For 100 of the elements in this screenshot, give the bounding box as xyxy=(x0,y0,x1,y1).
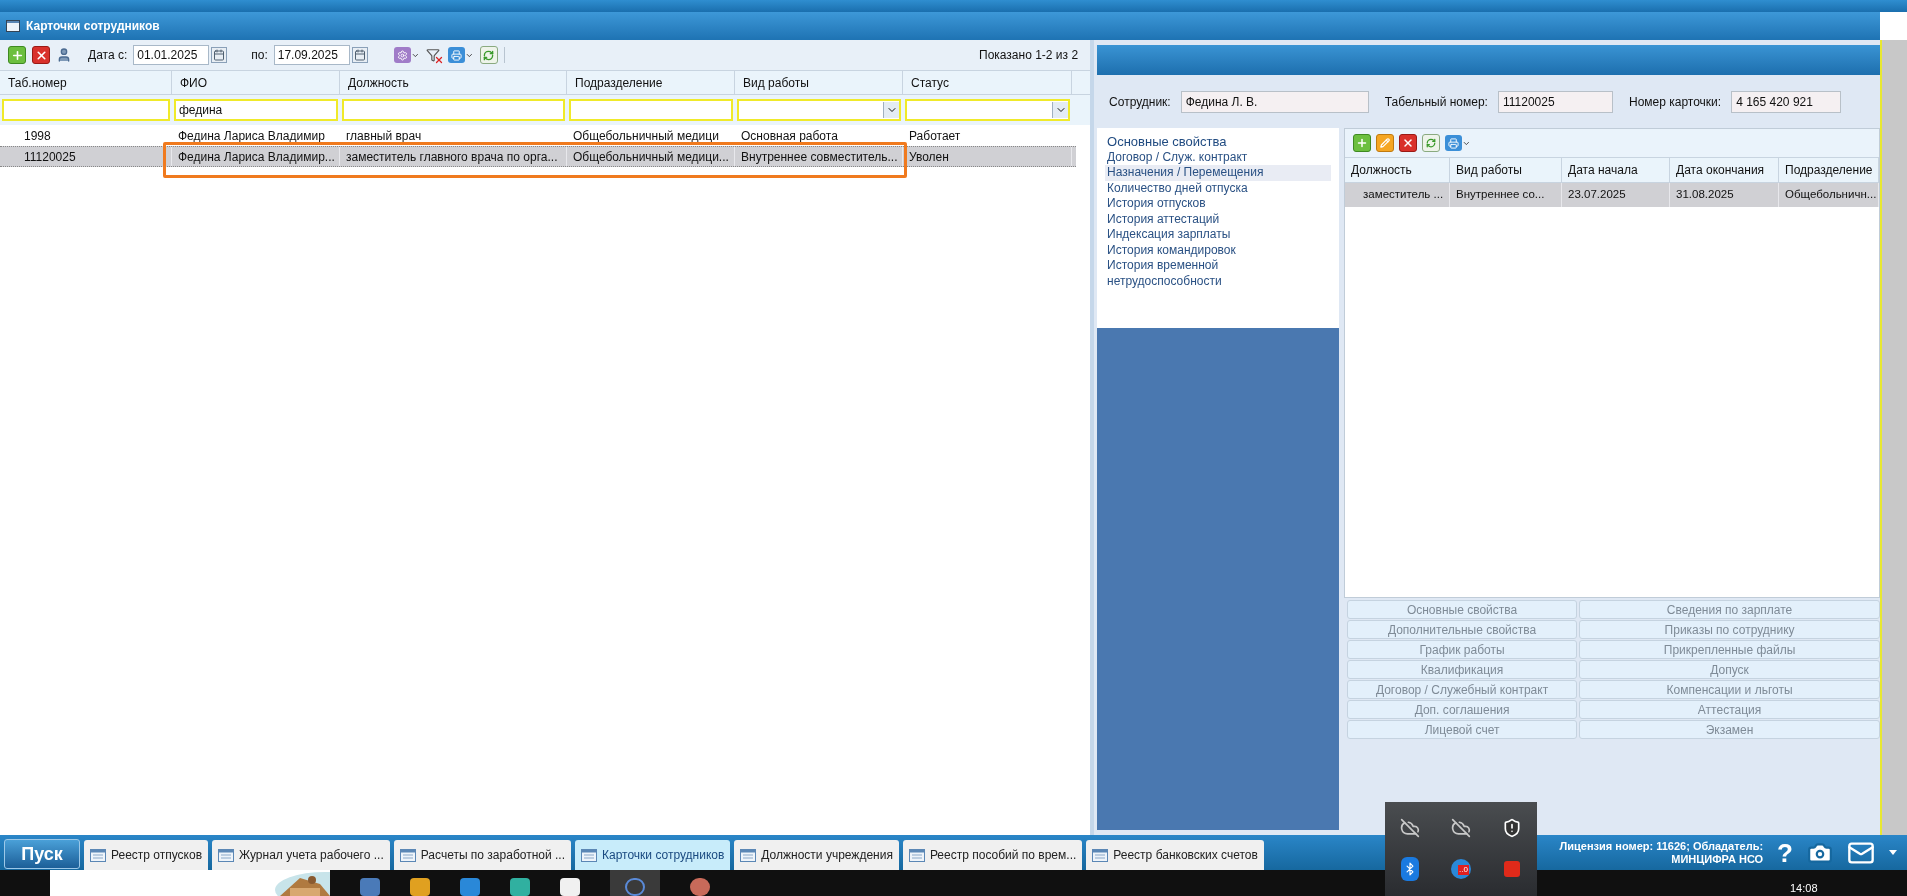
shown-count: Показано 1-2 из 2 xyxy=(979,47,1080,64)
bluetooth-icon[interactable] xyxy=(1401,856,1420,881)
help-button[interactable]: ? xyxy=(1777,839,1793,866)
readonly-field[interactable]: Федина Л. В. xyxy=(1180,90,1369,113)
table-row[interactable]: 11120025 Федина Лариса Владимир... заместитель главного врача по орга... Общебольничный медици... Внутреннее совместитель... Уволен xyxy=(0,146,1076,167)
notification-icon[interactable]: ..0 xyxy=(1451,858,1471,879)
printer-icon xyxy=(1448,137,1460,149)
license-text: Лицензия номер: 11626; Обладатель: xyxy=(1559,839,1764,853)
app-icon[interactable] xyxy=(690,878,710,896)
table-cell-text: Общебольничн... xyxy=(1785,187,1877,203)
table-cell-text: 11120025 xyxy=(24,148,76,166)
column-header[interactable]: Вид работы xyxy=(1450,158,1563,182)
window-icon xyxy=(90,848,106,862)
app-icon[interactable] xyxy=(560,878,580,896)
refresh-button[interactable] xyxy=(479,46,498,64)
window-icon xyxy=(908,848,925,862)
column-header[interactable]: Подразделение xyxy=(567,71,735,94)
calendar-glyph-icon xyxy=(353,49,366,61)
table-cell-text: Общебольничный медици... xyxy=(573,148,729,166)
table-cell-text: Внутреннее со... xyxy=(1456,187,1545,203)
field-label: Табельный номер: xyxy=(1384,93,1488,111)
filter-field[interactable] xyxy=(342,99,565,121)
cloud-off-icon[interactable] xyxy=(1400,817,1421,838)
taskbar-tab[interactable]: Карточки сотрудников xyxy=(575,840,731,870)
column-header[interactable]: Статус xyxy=(903,71,1072,94)
column-header[interactable]: Должность xyxy=(340,71,567,94)
table-cell-text: заместитель ... xyxy=(1363,187,1444,203)
table-cell-text: 31.08.2025 xyxy=(1676,187,1734,203)
calendar-icon[interactable] xyxy=(351,47,368,63)
filter-field[interactable]: федина xyxy=(174,99,338,121)
filter-field[interactable] xyxy=(2,99,170,121)
settings-dropdown-button[interactable] xyxy=(393,46,420,64)
table-cell-text: Федина Лариса Владимир xyxy=(178,127,325,145)
clear-filter-button[interactable] xyxy=(425,47,442,63)
app-tray-icon[interactable] xyxy=(1503,860,1520,877)
field-label: Номер карточки: xyxy=(1628,93,1722,111)
window-icon xyxy=(399,848,416,862)
table-cell-text: Уволен xyxy=(909,148,949,166)
delete-button[interactable] xyxy=(32,46,50,64)
date-field[interactable]: 01.01.2025 xyxy=(133,45,210,65)
caret-icon[interactable] xyxy=(1889,849,1897,856)
app-icon[interactable] xyxy=(510,878,530,896)
window-title: Карточки сотрудников xyxy=(26,18,160,35)
filter-field[interactable] xyxy=(569,99,733,121)
cloud-off-icon[interactable] xyxy=(1451,817,1471,838)
add-button[interactable] xyxy=(8,46,26,64)
nav-item[interactable]: История командировок xyxy=(1105,242,1332,258)
table-cell-text: главный врач xyxy=(346,127,422,145)
window-icon xyxy=(218,848,235,862)
readonly-field[interactable]: 4 165 420 921 xyxy=(1731,90,1842,113)
table-row[interactable]: заместитель ... Внутреннее со... 23.07.2025 31.08.2025 Общебольничн... xyxy=(1345,183,1880,207)
taskbar-tab[interactable]: Должности учреждения xyxy=(734,840,899,870)
app-icon[interactable] xyxy=(460,878,480,896)
clock: 14:08 xyxy=(1790,881,1818,896)
date-to-label: по: xyxy=(251,47,268,64)
column-header[interactable]: Должность xyxy=(1345,158,1451,182)
app-icon[interactable] xyxy=(360,878,380,896)
taskbar-tab[interactable]: Расчеты по заработной ... xyxy=(393,840,571,870)
column-header[interactable]: Дата окончания xyxy=(1670,158,1780,182)
print-dropdown-button[interactable] xyxy=(447,46,474,64)
column-header[interactable]: ФИО xyxy=(172,71,340,94)
nav-item[interactable]: История аттестаций xyxy=(1105,211,1332,227)
start-button[interactable]: Пуск xyxy=(4,839,80,869)
taskbar-tab[interactable]: Реестр пособий по врем... xyxy=(902,840,1083,870)
nav-item[interactable]: Основные свойства xyxy=(1105,134,1332,150)
gear-icon xyxy=(396,49,408,61)
nav-item[interactable]: Индексация зарплаты xyxy=(1105,227,1332,243)
date-field[interactable]: 17.09.2025 xyxy=(273,45,350,65)
delete-button[interactable] xyxy=(1399,134,1418,152)
plus-icon xyxy=(10,48,24,62)
pencil-icon xyxy=(1380,138,1391,148)
calendar-glyph-icon xyxy=(213,49,226,61)
nav-item[interactable]: История отпусков xyxy=(1105,196,1332,212)
nav-item[interactable]: Количество дней отпуска xyxy=(1105,180,1332,196)
column-header[interactable]: Подразделение xyxy=(1779,158,1880,182)
nav-item[interactable]: История временной нетрудоспособности xyxy=(1105,258,1332,289)
window-icon xyxy=(1092,848,1109,862)
column-header[interactable]: Вид работы xyxy=(735,71,903,94)
taskbar-tab[interactable]: Реестр отпусков xyxy=(84,840,209,870)
app-icon[interactable] xyxy=(410,878,430,896)
refresh-icon xyxy=(483,49,495,61)
table-cell-text: Основная работа xyxy=(741,127,838,145)
add-button[interactable] xyxy=(1353,134,1372,152)
column-header[interactable]: Дата начала xyxy=(1562,158,1671,182)
license-owner: МИНЦИФРА НСО xyxy=(1671,852,1764,866)
column-header[interactable]: Таб.номер xyxy=(0,71,172,94)
nav-item[interactable]: Договор / Служ. контракт xyxy=(1105,149,1332,165)
table-cell-text: Общебольничный медици xyxy=(573,127,719,145)
table-cell-text: Работает xyxy=(909,127,961,145)
field-label: Сотрудник: xyxy=(1109,93,1171,111)
print-dropdown-button[interactable] xyxy=(1445,134,1472,152)
table-cell-text: 1998 xyxy=(24,127,51,145)
nav-item[interactable]: Назначения / Перемещения xyxy=(1105,165,1332,181)
active-app-icon[interactable] xyxy=(610,870,660,896)
taskbar-tab[interactable]: Реестр банковских счетов xyxy=(1086,840,1264,870)
taskbar-tab[interactable]: Журнал учета рабочего ... xyxy=(212,840,390,870)
readonly-field[interactable]: 11120025 xyxy=(1497,90,1613,113)
calendar-icon[interactable] xyxy=(211,47,228,63)
person-icon[interactable] xyxy=(56,47,72,63)
close-icon xyxy=(1402,137,1415,149)
